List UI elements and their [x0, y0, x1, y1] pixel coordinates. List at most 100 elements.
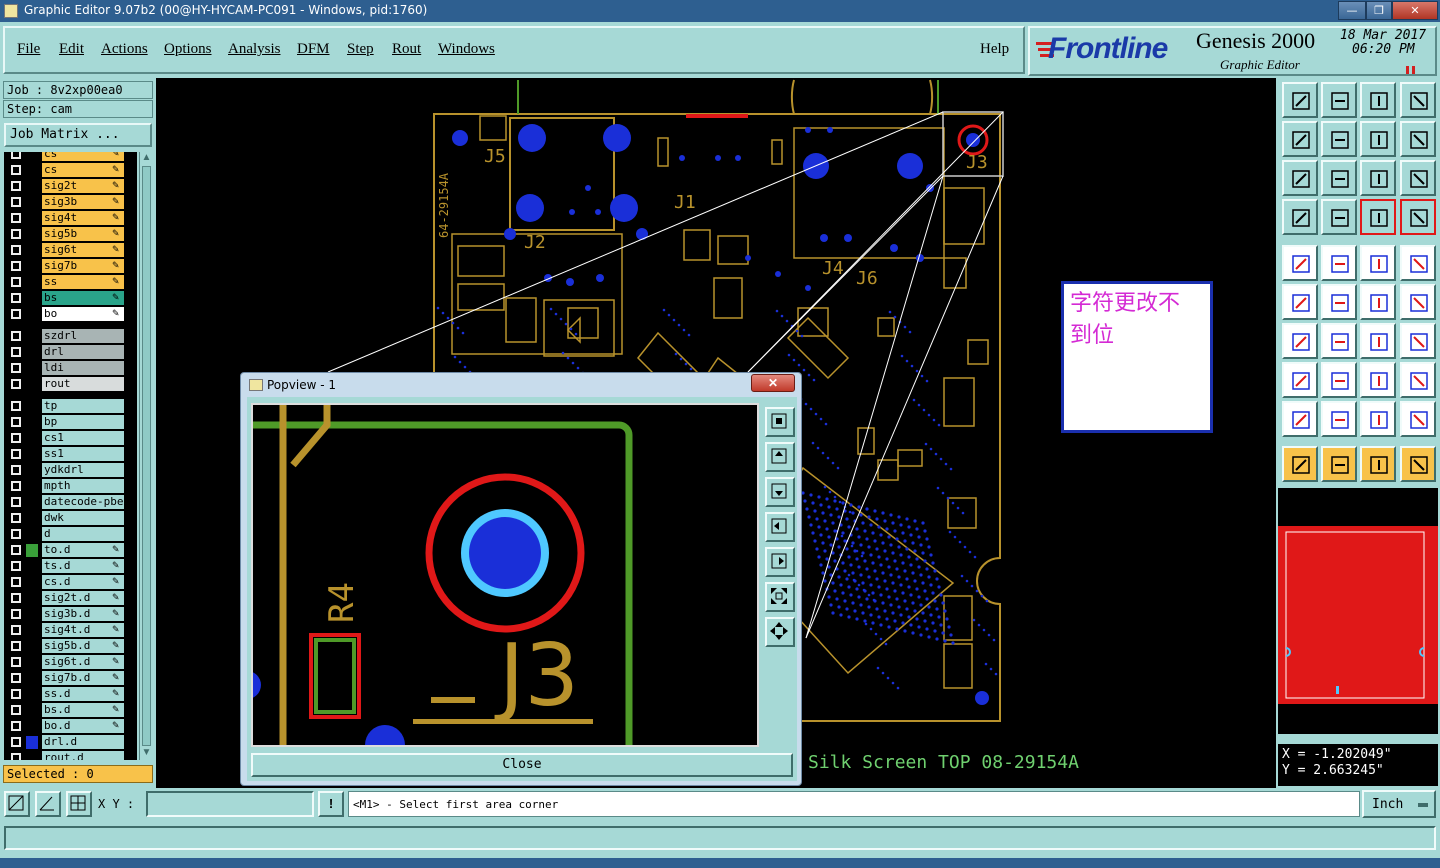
layer-row[interactable]: cs ✎: [4, 152, 137, 162]
arc-move-button[interactable]: [1360, 284, 1396, 320]
grid-mode-button[interactable]: [66, 791, 92, 817]
poly-tool-button[interactable]: [1321, 401, 1357, 437]
menu-windows[interactable]: Windows: [438, 41, 495, 58]
layer-row[interactable]: drl.d: [4, 734, 137, 750]
layer-row[interactable]: sig7b ✎: [4, 258, 137, 274]
measure-diff-button[interactable]: [1400, 401, 1436, 437]
cross-select-button[interactable]: [1321, 284, 1357, 320]
layer-row[interactable]: dwk: [4, 510, 137, 526]
popview-close-button[interactable]: Close: [251, 753, 793, 777]
popview-pan-left-button[interactable]: [765, 512, 795, 542]
line-draw-button[interactable]: [1321, 323, 1357, 359]
scroll-thumb[interactable]: [142, 166, 151, 746]
rotate-button[interactable]: [1360, 323, 1396, 359]
maximize-button[interactable]: ❐: [1366, 1, 1392, 20]
layer-checkbox[interactable]: [11, 401, 21, 411]
split-button[interactable]: [1400, 323, 1436, 359]
layer-row[interactable]: bo ✎: [4, 306, 137, 322]
layer-row[interactable]: cs1: [4, 430, 137, 446]
layer-row[interactable]: sig7b.d ✎: [4, 670, 137, 686]
layer-row[interactable]: ss1: [4, 446, 137, 462]
layer-compare-button[interactable]: [1360, 199, 1396, 235]
layer-name[interactable]: ydkdrl: [42, 463, 124, 477]
layer-checkbox[interactable]: [11, 577, 21, 587]
layer-row[interactable]: sig5b.d ✎: [4, 638, 137, 654]
layer-checkbox[interactable]: [11, 513, 21, 523]
layer-checkbox[interactable]: [11, 545, 21, 555]
layer-name[interactable]: ss1: [42, 447, 124, 461]
layer-row[interactable]: cs.d ✎: [4, 574, 137, 590]
layer-checkbox[interactable]: [11, 197, 21, 207]
layer-checkbox[interactable]: [11, 705, 21, 715]
alert-button[interactable]: !: [318, 791, 344, 817]
popview-pan-up-button[interactable]: [765, 442, 795, 472]
layer-list-scrollbar[interactable]: ▲ ▼: [139, 152, 153, 760]
layer-row[interactable]: szdrl: [4, 328, 137, 344]
layer-checkbox[interactable]: [11, 213, 21, 223]
layer-row[interactable]: ss.d ✎: [4, 686, 137, 702]
layer-row[interactable]: bs.d ✎: [4, 702, 137, 718]
swap-view-button[interactable]: [1360, 121, 1396, 157]
layer-checkbox[interactable]: [11, 417, 21, 427]
layer-row[interactable]: bp: [4, 414, 137, 430]
layer-name[interactable]: ldi: [42, 361, 124, 375]
layer-checkbox[interactable]: [11, 433, 21, 443]
layer-checkbox[interactable]: [11, 293, 21, 303]
menu-analysis[interactable]: Analysis: [228, 41, 281, 58]
layer-row[interactable]: sig4t.d ✎: [4, 622, 137, 638]
menu-dfm[interactable]: DFM: [297, 41, 330, 58]
layer-checkbox[interactable]: [11, 152, 21, 159]
layer-row[interactable]: to.d ✎: [4, 542, 137, 558]
scroll-up-icon[interactable]: ▲: [141, 152, 152, 164]
layer-row[interactable]: sig2t ✎: [4, 178, 137, 194]
layer-checkbox[interactable]: [11, 261, 21, 271]
layer-checkbox[interactable]: [11, 181, 21, 191]
pan-down-button[interactable]: [1321, 82, 1357, 118]
layer-name[interactable]: rout: [42, 377, 124, 391]
layer-row[interactable]: ts.d ✎: [4, 558, 137, 574]
menu-rout[interactable]: Rout: [392, 41, 421, 58]
layer-name[interactable]: rout.d: [42, 751, 124, 760]
layer-checkbox[interactable]: [11, 331, 21, 341]
fit-screen-button[interactable]: [1282, 160, 1318, 196]
units-selector[interactable]: Inch: [1362, 790, 1436, 818]
layer-checkbox[interactable]: [11, 165, 21, 175]
layer-row[interactable]: sig6t.d ✎: [4, 654, 137, 670]
circle-button[interactable]: [1400, 245, 1436, 281]
layer-row[interactable]: tp: [4, 398, 137, 414]
layer-checkbox[interactable]: [11, 481, 21, 491]
layer-row[interactable]: datecode-pbe: [4, 494, 137, 510]
layer-row[interactable]: sig3b ✎: [4, 194, 137, 210]
layer-name[interactable]: datecode-pbe: [42, 495, 124, 509]
popview-zoom-fit-button[interactable]: [765, 407, 795, 437]
angle-tool-button[interactable]: [1282, 323, 1318, 359]
help-button[interactable]: [1400, 160, 1436, 196]
pan-left-button[interactable]: [1282, 121, 1318, 157]
redraw-button[interactable]: [1400, 121, 1436, 157]
layer-name[interactable]: drl: [42, 345, 124, 359]
menu-actions[interactable]: Actions: [101, 41, 148, 58]
layer-row[interactable]: sig6t ✎: [4, 242, 137, 258]
slot-tool-button[interactable]: [1282, 401, 1318, 437]
layer-row[interactable]: sig3b.d ✎: [4, 606, 137, 622]
menu-help[interactable]: Help: [980, 41, 1009, 58]
popview-zoom-out-button[interactable]: [765, 617, 795, 647]
layer-checkbox[interactable]: [11, 309, 21, 319]
home-button[interactable]: [1360, 82, 1396, 118]
layer-name[interactable]: dwk: [42, 511, 124, 525]
layer-checkbox[interactable]: [11, 529, 21, 539]
layer-checkbox[interactable]: [11, 465, 21, 475]
layer-row[interactable]: ss ✎: [4, 274, 137, 290]
pad-select-button[interactable]: [1282, 245, 1318, 281]
snap-mode-button[interactable]: [4, 791, 30, 817]
grid-toggle-button[interactable]: [1321, 199, 1357, 235]
layer-row[interactable]: bs ✎: [4, 290, 137, 306]
pointer-button[interactable]: [1282, 446, 1318, 482]
layer-checkbox[interactable]: [11, 277, 21, 287]
line-select-button[interactable]: [1321, 245, 1357, 281]
group-button[interactable]: [1400, 362, 1436, 398]
layer-row[interactable]: d: [4, 526, 137, 542]
menu-edit[interactable]: Edit: [59, 41, 84, 58]
layer-checkbox[interactable]: [11, 347, 21, 357]
layer-checkbox[interactable]: [11, 753, 21, 760]
